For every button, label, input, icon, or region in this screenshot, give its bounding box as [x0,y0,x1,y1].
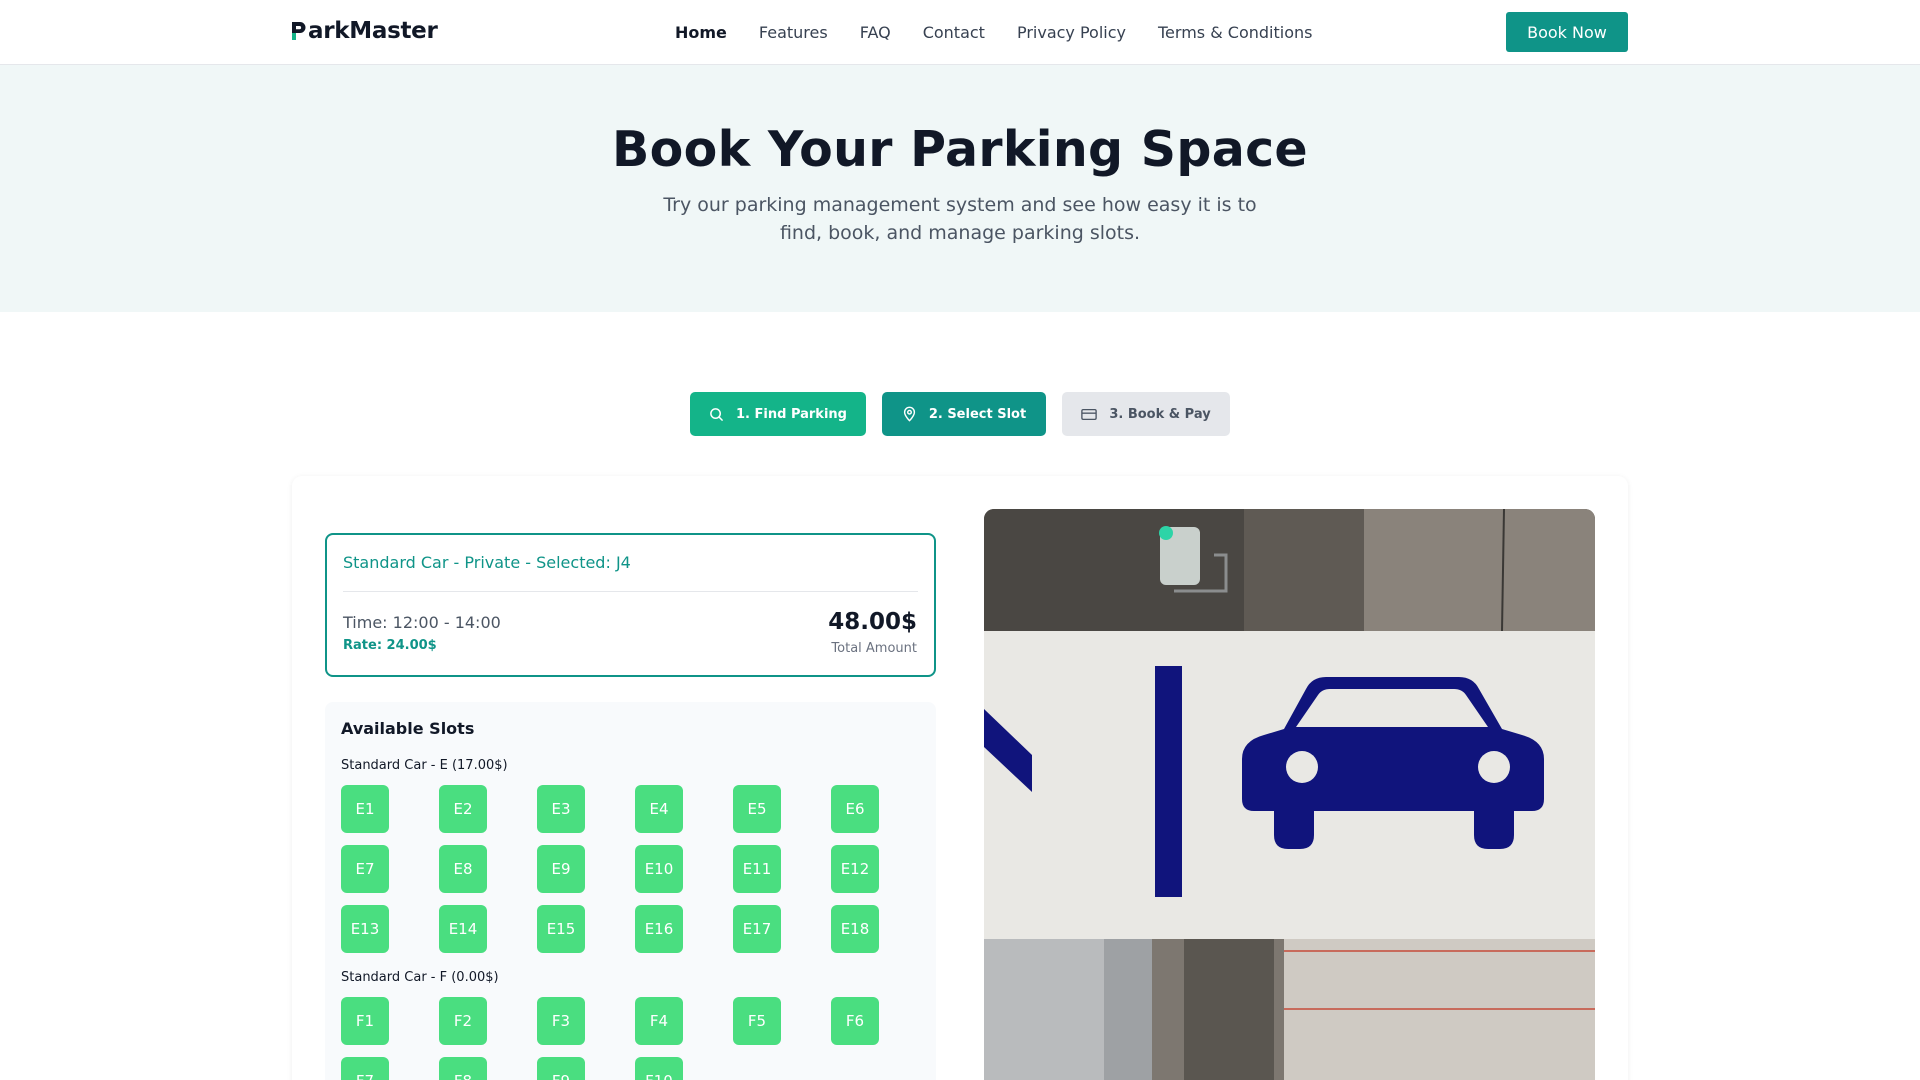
hero-title: Book Your Parking Space [612,121,1308,178]
slot-e12[interactable]: E12 [831,845,879,893]
nav-link-features[interactable]: Features [759,23,828,42]
slot-f1[interactable]: F1 [341,997,389,1045]
slot-e8[interactable]: E8 [439,845,487,893]
slot-f7[interactable]: F7 [341,1057,389,1080]
slot-f8[interactable]: F8 [439,1057,487,1080]
slot-e17[interactable]: E17 [733,905,781,953]
summary-time: Time: 12:00 - 14:00 [343,613,501,632]
step-select-slot-button[interactable]: 2. Select Slot [882,392,1046,436]
slot-e14[interactable]: E14 [439,905,487,953]
summary-total-amount: 48.00$ [828,609,917,635]
slot-group-label-e: Standard Car - E (17.00$) [341,758,508,773]
nav-link-faq[interactable]: FAQ [860,23,891,42]
slot-f2[interactable]: F2 [439,997,487,1045]
slot-e11[interactable]: E11 [733,845,781,893]
slot-f3[interactable]: F3 [537,997,585,1045]
slot-e6[interactable]: E6 [831,785,879,833]
credit-card-icon [1081,408,1098,420]
summary-rate: Rate: 24.00$ [343,638,437,653]
slot-f9[interactable]: F9 [537,1057,585,1080]
parking-sign-image [984,509,1595,1080]
slot-e5[interactable]: E5 [733,785,781,833]
slot-e10[interactable]: E10 [635,845,683,893]
nav-links: Home Features FAQ Contact Privacy Policy… [675,0,1344,64]
booking-steps: 1. Find Parking 2. Select Slot 3. Book &… [0,392,1920,436]
booking-summary: Standard Car - Private - Selected: J4 Ti… [325,533,936,677]
slot-f5[interactable]: F5 [733,997,781,1045]
nav-link-home[interactable]: Home [675,23,727,42]
book-now-button[interactable]: Book Now [1506,12,1628,52]
navbar: arkMaster Home Features FAQ Contact Priv… [0,0,1920,65]
slot-e15[interactable]: E15 [537,905,585,953]
summary-divider [343,591,918,592]
search-icon [710,407,723,421]
summary-title: Standard Car - Private - Selected: J4 [343,553,631,572]
slot-e13[interactable]: E13 [341,905,389,953]
hero-section: Book Your Parking Space Try our parking … [0,65,1920,312]
step-label: 3. Book & Pay [1109,406,1211,422]
slot-e9[interactable]: E9 [537,845,585,893]
hero-subtitle: Try our parking management system and se… [663,194,1257,244]
slots-title: Available Slots [341,719,475,738]
slot-e4[interactable]: E4 [635,785,683,833]
slot-e3[interactable]: E3 [537,785,585,833]
slot-group-label-f: Standard Car - F (0.00$) [341,970,499,985]
step-find-parking-button[interactable]: 1. Find Parking [690,392,866,436]
step-label: 1. Find Parking [736,406,847,422]
logo-icon [292,22,306,40]
slot-e2[interactable]: E2 [439,785,487,833]
slot-grid-e: E1 E2 E3 E4 E5 E6 E7 E8 E9 E10 E11 E12 E13 E14 E15 E16 E… [341,785,901,953]
slot-e18[interactable]: E18 [831,905,879,953]
slot-e7[interactable]: E7 [341,845,389,893]
step-book-pay-button[interactable]: 3. Book & Pay [1062,392,1230,436]
map-pin-icon [903,406,915,422]
slot-f10[interactable]: F10 [635,1057,683,1080]
slot-f4[interactable]: F4 [635,997,683,1045]
parking-sign-photo [984,509,1595,1080]
logo[interactable]: arkMaster [290,18,438,44]
nav-link-contact[interactable]: Contact [923,23,985,42]
slot-f6[interactable]: F6 [831,997,879,1045]
nav-link-terms-conditions[interactable]: Terms & Conditions [1158,23,1312,42]
slot-grid-f: F1 F2 F3 F4 F5 F6 F7 F8 F9 F10 [341,997,901,1080]
slot-e16[interactable]: E16 [635,905,683,953]
summary-total-label: Total Amount [831,641,917,656]
nav-link-privacy-policy[interactable]: Privacy Policy [1017,23,1126,42]
logo-text: arkMaster [308,18,438,44]
available-slots-panel: Available Slots Standard Car - E (17.00$… [325,702,936,1080]
slot-e1[interactable]: E1 [341,785,389,833]
step-label: 2. Select Slot [928,406,1027,422]
